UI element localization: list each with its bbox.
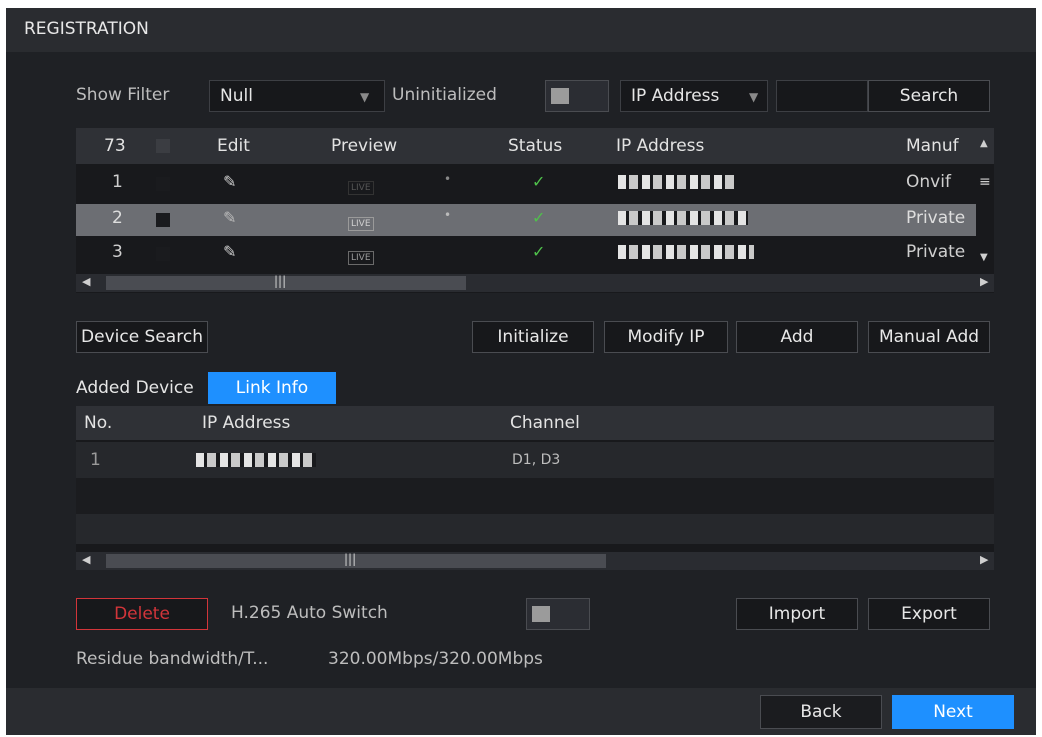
h265-auto-switch-label: H.265 Auto Switch <box>231 603 388 623</box>
row-checkbox[interactable] <box>156 247 170 261</box>
show-filter-value: Null <box>220 86 253 106</box>
col-preview: Preview <box>331 136 398 156</box>
select-all-checkbox[interactable] <box>156 139 170 153</box>
live-badge[interactable]: LIVE <box>348 181 374 195</box>
scroll-left-icon[interactable]: ◀ <box>82 553 90 566</box>
scroll-up-icon[interactable]: ▲ <box>980 138 988 149</box>
export-button[interactable]: Export <box>868 598 990 630</box>
window-title: REGISTRATION <box>24 19 149 39</box>
row-checkbox[interactable] <box>156 213 170 227</box>
pencil-icon[interactable]: ✎ <box>223 242 236 261</box>
dot-icon: • <box>444 208 452 222</box>
status-ok-icon: ✓ <box>532 172 546 191</box>
title-bar: REGISTRATION <box>6 8 1036 52</box>
link-info-table: No. IP Address Channel 1 D1, D3 ◀ ||| ▶ <box>76 406 994 570</box>
row-number: 1 <box>112 172 123 192</box>
table-row[interactable]: 3 ✎ LIVE ✓ Private <box>76 242 994 270</box>
show-filter-label: Show Filter <box>76 85 170 105</box>
h265-auto-switch-toggle[interactable] <box>526 598 590 630</box>
manufacturer-value: Private <box>906 242 966 262</box>
device-table-header: 73 Edit Preview Status IP Address Manuf <box>76 128 994 164</box>
uninitialized-toggle[interactable] <box>545 80 609 112</box>
ip-address-redacted <box>618 175 738 189</box>
table-row <box>76 478 994 514</box>
row-number: 3 <box>112 242 123 262</box>
ip-address-redacted <box>196 453 316 467</box>
col-edit: Edit <box>217 136 250 156</box>
link-info-header: No. IP Address Channel <box>76 406 994 440</box>
pencil-icon[interactable]: ✎ <box>223 172 236 191</box>
status-ok-icon: ✓ <box>532 208 546 227</box>
tab-added-device[interactable]: Added Device <box>76 372 194 404</box>
scroll-right-icon[interactable]: ▶ <box>980 553 988 566</box>
scroll-right-icon[interactable]: ▶ <box>980 275 988 288</box>
residue-bandwidth-value: 320.00Mbps/320.00Mbps <box>328 649 543 669</box>
initialize-button[interactable]: Initialize <box>472 321 594 353</box>
col-no: No. <box>84 413 113 433</box>
table-row[interactable]: 1 D1, D3 <box>76 442 994 478</box>
search-type-value: IP Address <box>631 86 720 106</box>
chevron-down-icon: ▼ <box>749 90 759 104</box>
toggle-knob <box>532 606 550 622</box>
manufacturer-value: Private <box>906 208 966 228</box>
live-badge[interactable]: LIVE <box>348 251 374 265</box>
add-button[interactable]: Add <box>736 321 858 353</box>
tab-link-info[interactable]: Link Info <box>208 372 336 404</box>
residue-bandwidth-label: Residue bandwidth/T... <box>76 649 269 669</box>
grip-icon: ||| <box>274 274 287 288</box>
manual-add-button[interactable]: Manual Add <box>868 321 990 353</box>
col-ip-address: IP Address <box>202 413 291 433</box>
col-status: Status <box>508 136 563 156</box>
search-button[interactable]: Search <box>868 80 990 112</box>
back-button[interactable]: Back <box>760 695 882 729</box>
manufacturer-value: Onvif <box>906 172 951 192</box>
grip-icon: ||| <box>344 552 357 566</box>
search-input[interactable] <box>776 80 868 112</box>
live-badge[interactable]: LIVE <box>348 217 374 231</box>
next-button[interactable]: Next <box>892 695 1014 729</box>
channel-value: D1, D3 <box>512 452 561 468</box>
import-button[interactable]: Import <box>736 598 858 630</box>
search-type-dropdown[interactable]: IP Address ▼ <box>620 80 768 112</box>
dot-icon: • <box>444 172 452 186</box>
show-filter-dropdown[interactable]: Null ▼ <box>209 80 385 112</box>
link-table-hscrollbar[interactable]: ◀ ||| ▶ <box>76 552 994 570</box>
device-table-hscrollbar[interactable]: ◀ ||| ▶ <box>76 274 994 292</box>
col-manufacturer: Manuf <box>906 136 959 156</box>
ip-address-redacted <box>618 245 754 259</box>
menu-lines-icon[interactable]: ≡ <box>979 174 991 190</box>
pencil-icon[interactable]: ✎ <box>223 208 236 227</box>
delete-button[interactable]: Delete <box>76 598 208 630</box>
table-row-selected[interactable]: 2 ✎ LIVE • ✓ Private <box>76 204 976 236</box>
scroll-left-icon[interactable]: ◀ <box>82 275 90 288</box>
table-row[interactable]: 1 ✎ LIVE • ✓ Onvif <box>76 172 994 200</box>
uninitialized-label: Uninitialized <box>392 85 497 105</box>
col-channel: Channel <box>510 413 580 433</box>
table-row <box>76 514 994 544</box>
row-number: 2 <box>112 208 123 228</box>
row-number: 1 <box>90 450 101 470</box>
col-ip-address: IP Address <box>616 136 705 156</box>
registration-window: REGISTRATION Show Filter Null ▼ Uninitia… <box>6 8 1036 735</box>
toggle-knob <box>551 88 569 104</box>
row-checkbox[interactable] <box>156 177 170 191</box>
device-search-button[interactable]: Device Search <box>76 321 208 353</box>
status-ok-icon: ✓ <box>532 242 546 261</box>
ip-address-redacted <box>618 211 748 225</box>
modify-ip-button[interactable]: Modify IP <box>604 321 728 353</box>
scroll-down-icon[interactable]: ▼ <box>980 252 988 263</box>
device-table: 73 Edit Preview Status IP Address Manuf … <box>76 128 994 293</box>
chevron-down-icon: ▼ <box>360 90 370 104</box>
device-count: 73 <box>104 136 126 156</box>
